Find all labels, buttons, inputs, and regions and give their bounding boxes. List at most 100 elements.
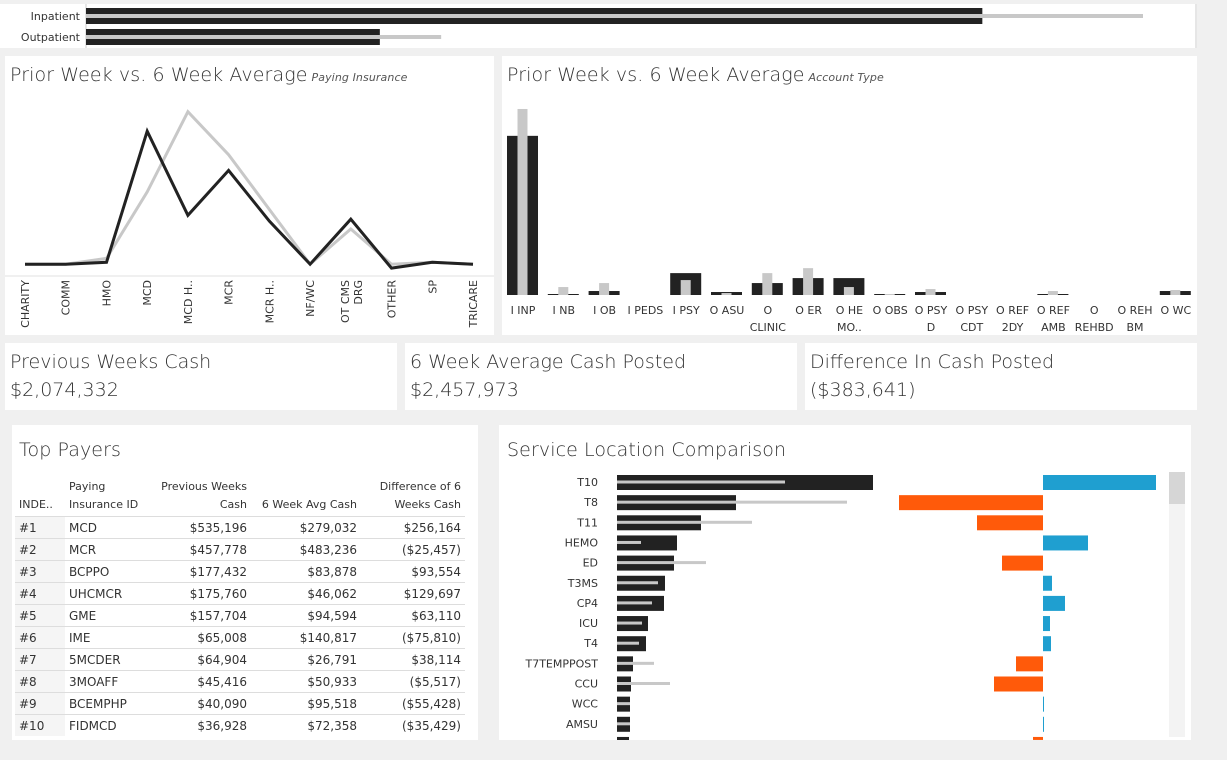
x-tick-label: BM: [1126, 321, 1143, 334]
index-cell: #10: [15, 714, 65, 736]
table-row[interactable]: #5 GME $157,704 $94,594 $63,110: [15, 604, 465, 627]
x-tick-label: O HE: [836, 304, 863, 317]
six-week-avg-cell: $72,358: [251, 714, 361, 736]
x-tick-label: CHARITY: [19, 280, 32, 328]
x-tick-label: HMO: [100, 280, 113, 307]
row-label: T7TEMPPOST: [524, 657, 598, 670]
column-header-difference[interactable]: Difference of 6 Weeks Cash: [361, 476, 465, 517]
six-week-avg-line: [25, 109, 474, 267]
six-week-avg-bar: [925, 289, 936, 295]
six-week-avg-cell: $83,878: [251, 560, 361, 583]
index-cell: #9: [15, 692, 65, 715]
difference-bar-positive: [1043, 716, 1044, 732]
vertical-scrollbar[interactable]: [1169, 472, 1185, 737]
kpi-value: $2,074,332: [10, 379, 119, 401]
x-tick-label: I PEDS: [628, 304, 664, 317]
difference-bar-negative: [977, 515, 1043, 531]
difference-bar-negative: [1016, 656, 1043, 672]
prior-week-line: [25, 127, 474, 270]
difference-cell: ($35,429): [361, 714, 465, 736]
table-row[interactable]: #4 UHCMCR $175,760 $46,062 $129,697: [15, 582, 465, 605]
six-week-avg-bar: [617, 561, 706, 565]
six-week-avg-cell: $46,062: [251, 582, 361, 605]
insurance-id-cell: FIDMCD: [65, 714, 153, 736]
six-week-avg-bar: [617, 702, 630, 706]
scrollbar-thumb[interactable]: [1169, 472, 1185, 504]
x-tick-label: O: [1090, 304, 1099, 317]
difference-cell: $63,110: [361, 604, 465, 627]
difference-bar-positive: [1043, 636, 1051, 652]
top-payers-table: INDE.. Paying Insurance ID Previous Week…: [15, 476, 465, 736]
x-tick-label: COMM: [60, 280, 73, 315]
six-week-avg-bar: [1170, 290, 1181, 295]
previous-weeks-cash-cell: $45,416: [153, 670, 251, 693]
kpi-title: Difference In Cash Posted: [810, 351, 1055, 373]
x-tick-label: O REF: [996, 304, 1029, 317]
difference-bar-positive: [1043, 595, 1065, 611]
difference-bar-positive: [1043, 616, 1050, 632]
insurance-chart-panel: Prior Week vs. 6 Week Average Paying Insu…: [5, 56, 494, 335]
difference-bar-negative: [1002, 555, 1043, 571]
insurance-id-cell: GME: [65, 604, 153, 627]
row-label: T4: [583, 637, 598, 650]
x-tick-label: TRICARE: [467, 280, 480, 328]
table-row[interactable]: #1 MCD $535,196 $279,032 $256,164: [15, 516, 465, 539]
x-tick-label: MO..: [837, 321, 862, 334]
x-tick-label: O PSY: [915, 304, 948, 317]
kpi-difference: Difference In Cash Posted ($383,641): [805, 343, 1197, 410]
six-week-avg-bar: [558, 287, 569, 295]
difference-bar-positive: [1043, 535, 1088, 551]
six-week-avg-cell: $26,791: [251, 648, 361, 671]
kpi-value: ($383,641): [810, 379, 916, 401]
six-week-avg-bar: [617, 601, 652, 605]
x-tick-label: CLINIC: [750, 321, 787, 334]
column-header-index[interactable]: INDE..: [15, 476, 65, 517]
table-row[interactable]: #3 BCPPO $177,432 $83,878 $93,554: [15, 560, 465, 583]
index-cell: #7: [15, 648, 65, 671]
six-week-avg-bar: [517, 108, 528, 295]
six-week-avg-bar: [617, 621, 642, 625]
table-row[interactable]: #7 5MCDER $64,904 $26,791 $38,114: [15, 648, 465, 671]
insurance-id-cell: 3MOAFF: [65, 670, 153, 693]
x-tick-label: REHBD: [1075, 321, 1114, 334]
six-week-avg-bar: [843, 287, 854, 295]
table-row[interactable]: #8 3MOAFF $45,416 $50,933 ($5,517): [15, 670, 465, 693]
table-row[interactable]: #2 MCR $457,778 $483,236 ($25,457): [15, 538, 465, 561]
difference-bar-positive: [1043, 475, 1156, 490]
x-tick-label: O: [763, 304, 772, 317]
difference-cell: ($75,810): [361, 626, 465, 649]
x-tick-label: D: [927, 321, 935, 334]
difference-cell: ($55,428): [361, 692, 465, 715]
difference-cell: ($5,517): [361, 670, 465, 693]
previous-weeks-cash-cell: $535,196: [153, 516, 251, 539]
service-location-panel: Service Location Comparison T10 T8 T11 HEMO…: [499, 425, 1191, 740]
table-row[interactable]: #9 BCEMPHP $40,090 $95,518 ($55,428): [15, 692, 465, 715]
column-header-previous-weeks-cash[interactable]: Previous Weeks Cash: [153, 476, 251, 517]
previous-weeks-cash-cell: $36,928: [153, 714, 251, 736]
six-week-avg-cell: $94,594: [251, 604, 361, 627]
difference-cell: $93,554: [361, 560, 465, 583]
insurance-line-chart: CHARITY COMM HMO MCD MCD H.. MCR MCR H.. NF/WC O…: [5, 109, 494, 328]
column-header-paying-insurance[interactable]: Paying Insurance ID: [65, 476, 153, 517]
x-tick-label: O OBS: [873, 304, 908, 317]
row-label: AMSU: [566, 718, 598, 731]
six-week-avg-bar: [1047, 291, 1058, 295]
table-row[interactable]: #10 FIDMCD $36,928 $72,358 ($35,429): [15, 714, 465, 736]
kpi-title: Previous Weeks Cash: [10, 351, 212, 373]
kpi-previous-weeks-cash: Previous Weeks Cash $2,074,332: [5, 343, 397, 410]
row-label: T3MS: [567, 577, 598, 590]
six-week-avg-cell: $50,933: [251, 670, 361, 693]
insurance-id-cell: UHCMCR: [65, 582, 153, 605]
x-tick-label: I INP: [511, 304, 536, 317]
column-header-six-week-avg[interactable]: 6 Week Avg Cash: [251, 476, 361, 517]
difference-bar-positive: [1043, 696, 1044, 712]
table-row[interactable]: #6 IME $65,008 $140,817 ($75,810): [15, 626, 465, 649]
x-tick-label: OT CMS: [339, 280, 352, 323]
index-cell: #1: [15, 516, 65, 539]
x-tick-label: O REF: [1037, 304, 1070, 317]
previous-weeks-cash-cell: $64,904: [153, 648, 251, 671]
six-week-avg-bar: [599, 283, 610, 295]
six-week-avg-bar: [617, 540, 641, 544]
insurance-id-cell: 5MCDER: [65, 648, 153, 671]
six-week-avg-bar-outpatient: [86, 35, 442, 39]
